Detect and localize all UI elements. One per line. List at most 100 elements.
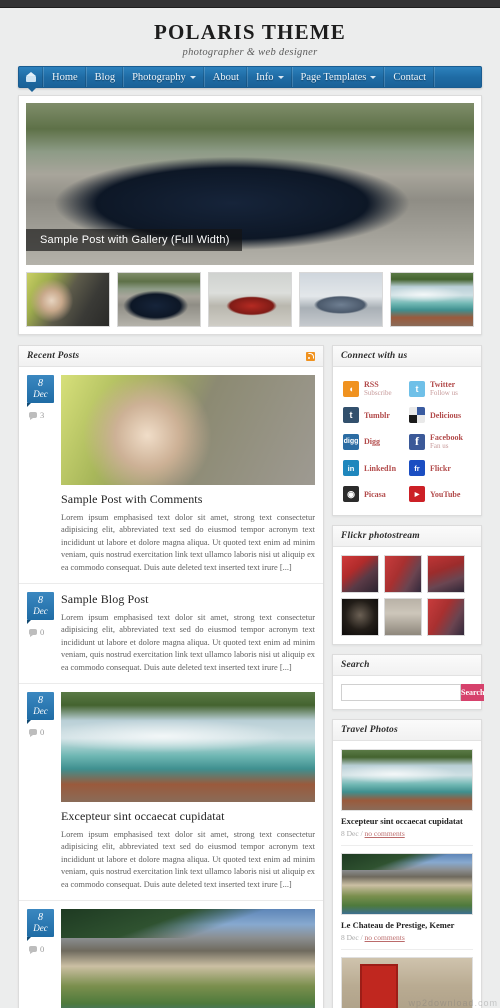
- nav-item-info[interactable]: Info: [248, 67, 293, 87]
- chevron-down-icon: [370, 76, 377, 79]
- slider-thumb-5[interactable]: [390, 272, 474, 327]
- panel-title: Recent Posts: [27, 351, 80, 361]
- flickr-icon: fr: [409, 460, 425, 476]
- post-date-badge: 8 Dec: [27, 909, 54, 942]
- social-link-twitter[interactable]: t Twitter Follow us: [407, 375, 473, 402]
- travel-photo-title[interactable]: Le Chateau de Prestige, Kemer: [341, 920, 473, 930]
- post-date-badge: 8 Dec: [27, 375, 54, 407]
- post-featured-image[interactable]: [61, 375, 315, 485]
- social-links-grid: ◖ RSS Subscribe t Twitter Follow us t Tu…: [341, 375, 473, 507]
- post-comment-count[interactable]: 0: [27, 627, 54, 638]
- nav-item-home[interactable]: Home: [44, 67, 87, 87]
- meta-separator: /: [360, 829, 363, 838]
- search-button[interactable]: Search: [461, 684, 485, 701]
- social-link-flickr[interactable]: fr Flickr: [407, 455, 473, 481]
- rss-icon[interactable]: [306, 351, 315, 361]
- thumb-image: [118, 273, 200, 326]
- slider-thumb-2[interactable]: [117, 272, 201, 327]
- flickr-photo-4[interactable]: [341, 598, 379, 636]
- nav-item-about[interactable]: About: [205, 67, 249, 87]
- nav-home-icon-button[interactable]: [19, 67, 44, 87]
- main-column: Recent Posts 8 Dec 3 Sample Post with Co…: [18, 345, 324, 1008]
- panel-title: Connect with us: [341, 351, 408, 361]
- nav-item-photography[interactable]: Photography: [124, 67, 205, 87]
- flickr-header: Flickr photostream: [333, 526, 481, 547]
- flickr-body: [333, 547, 481, 644]
- flickr-photo-6[interactable]: [427, 598, 465, 636]
- flickr-photo-1[interactable]: [341, 555, 379, 593]
- social-text: Facebook Fan us: [430, 433, 463, 450]
- post-body: Sample Blog Post Lorem ipsum emphasised …: [61, 592, 315, 674]
- nav-item-page-templates[interactable]: Page Templates: [293, 67, 386, 87]
- post-image: [61, 375, 315, 485]
- post-item: 8 Dec 0 Le Chateau de Prestige, Kemer Lo…: [19, 901, 323, 1008]
- facebook-icon: f: [409, 433, 425, 450]
- post-title[interactable]: Sample Blog Post: [61, 592, 315, 607]
- social-link-digg[interactable]: digg Digg: [341, 428, 407, 455]
- search-input[interactable]: [341, 684, 461, 701]
- social-link-linkedin[interactable]: in LinkedIn: [341, 455, 407, 481]
- flickr-photo-5[interactable]: [384, 598, 422, 636]
- post-day: 8: [38, 695, 43, 707]
- travel-photo-comments-link[interactable]: no comments: [365, 933, 405, 942]
- flickr-image: [428, 556, 464, 592]
- travel-photos-body: Excepteur sint occaecat cupidatat 8 Dec …: [333, 741, 481, 1008]
- post-featured-image[interactable]: [61, 692, 315, 803]
- nav-item-blog[interactable]: Blog: [87, 67, 125, 87]
- social-link-youtube[interactable]: ▶ YouTube: [407, 481, 473, 507]
- social-link-delicious[interactable]: Delicious: [407, 402, 473, 428]
- nav-item-contact[interactable]: Contact: [385, 67, 436, 87]
- post-title[interactable]: Excepteur sint occaecat cupidatat: [61, 809, 315, 824]
- post-image: [61, 692, 315, 803]
- slider-thumb-3[interactable]: [208, 272, 292, 327]
- travel-photo-image[interactable]: [341, 749, 473, 811]
- social-link-tumblr[interactable]: t Tumblr: [341, 402, 407, 428]
- slider-main-image[interactable]: Sample Post with Gallery (Full Width): [26, 103, 474, 265]
- travel-photo-comments-link[interactable]: no comments: [365, 829, 405, 838]
- picasa-icon: ◉: [343, 486, 359, 502]
- post-date-badge: 8 Dec: [27, 592, 54, 625]
- nav-label: Contact: [393, 71, 427, 83]
- post-comment-count[interactable]: 0: [27, 727, 54, 738]
- flickr-image: [385, 556, 421, 592]
- post-excerpt: Lorem ipsum emphasised text dolor sit am…: [61, 613, 315, 672]
- flickr-photo-3[interactable]: [427, 555, 465, 593]
- social-name: LinkedIn: [364, 463, 397, 473]
- slider-thumb-4[interactable]: [299, 272, 383, 327]
- nav-label: Home: [52, 71, 78, 83]
- comment-bubble-icon: [29, 946, 37, 955]
- search-body: Search: [333, 676, 485, 709]
- recent-posts-header: Recent Posts: [19, 346, 323, 367]
- main-navigation: Home Blog Photography About Info Page Te…: [18, 66, 482, 92]
- travel-photo-image[interactable]: [341, 853, 473, 915]
- travel-photos-panel: Travel Photos Excepteur sint occaecat cu…: [332, 719, 482, 1008]
- chevron-down-icon: [189, 76, 196, 79]
- site-tagline: photographer & web designer: [182, 47, 318, 58]
- social-link-rss[interactable]: ◖ RSS Subscribe: [341, 375, 407, 402]
- social-sub: Fan us: [430, 442, 449, 450]
- post-day: 8: [38, 595, 43, 607]
- connect-panel: Connect with us ◖ RSS Subscribe t Twitte…: [332, 345, 482, 516]
- post-featured-image[interactable]: [61, 909, 315, 1008]
- connect-header: Connect with us: [333, 346, 481, 367]
- flickr-panel: Flickr photostream: [332, 525, 482, 645]
- search-panel: Search Search: [332, 654, 485, 710]
- flickr-photo-2[interactable]: [384, 555, 422, 593]
- travel-photo-title[interactable]: Excepteur sint occaecat cupidatat: [341, 816, 473, 826]
- slider-caption[interactable]: Sample Post with Gallery (Full Width): [26, 229, 242, 251]
- delicious-icon: [409, 407, 425, 423]
- post-comment-count[interactable]: 3: [27, 410, 54, 420]
- social-name: Delicious: [430, 410, 462, 420]
- slider-thumb-1[interactable]: [26, 272, 110, 327]
- post-comment-count[interactable]: 0: [27, 944, 54, 955]
- post-excerpt: Lorem ipsum emphasised text dolor sit am…: [61, 513, 315, 572]
- post-title[interactable]: Sample Post with Comments: [61, 492, 315, 507]
- post-image: [61, 909, 315, 1008]
- post-date-badge: 8 Dec: [27, 692, 54, 725]
- digg-icon: digg: [343, 433, 359, 450]
- post-item: 8 Dec 0 Excepteur sint occaecat cupidata…: [19, 684, 323, 902]
- content-wrapper: Sample Post with Gallery (Full Width) Re…: [0, 88, 500, 1008]
- social-link-picasa[interactable]: ◉ Picasa: [341, 481, 407, 507]
- flickr-image: [385, 599, 421, 635]
- social-link-facebook[interactable]: f Facebook Fan us: [407, 428, 473, 455]
